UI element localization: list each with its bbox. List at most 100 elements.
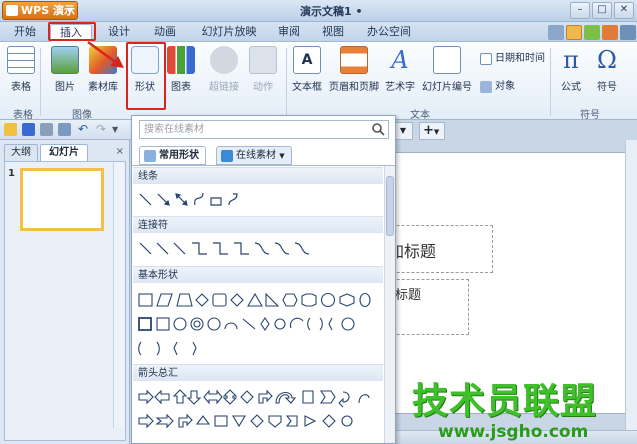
add-icon: + [423,123,434,138]
omega-icon: Ω [597,46,617,74]
help-icon[interactable] [548,25,564,40]
ribbon-panel: 表格 图片 素材库 形状 图表 超链接 动作 A 文本框 页眉和页脚 A 艺术字… [0,42,637,121]
watermark: 技术员联盟 www.jsgho.com [408,372,637,444]
action-button[interactable]: 动作 [248,46,278,93]
action-icon [249,46,277,74]
tab-common-shapes[interactable]: 常用形状 [139,146,206,165]
save-icon[interactable] [22,123,35,136]
category-lines: 线条 [133,167,383,184]
shape-button-highlight [126,42,166,110]
wordart-button[interactable]: A 艺术字 [384,46,416,93]
tab-home[interactable]: 开始 [6,24,44,42]
header-footer-button[interactable]: 页眉和页脚 [328,46,380,93]
undo-icon[interactable]: ↶ [78,123,91,136]
hyperlink-button[interactable]: 超链接 [206,46,242,93]
pi-icon: π [563,46,579,74]
maximize-button[interactable]: □ [592,2,612,19]
picture-button[interactable]: 图片 [50,46,80,93]
search-input[interactable]: 搜索在线素材 [139,120,389,139]
home-icon[interactable] [566,25,582,40]
slide-number-button[interactable]: 幻灯片编号 [420,46,474,93]
new-tab-button[interactable]: +▼ [419,122,445,140]
redo-icon[interactable]: ↷ [96,123,109,136]
hyperlink-label: 超链接 [209,82,239,93]
open-folder-icon[interactable] [4,123,17,136]
tab-outline[interactable]: 大纲 [4,144,38,161]
online-icon [221,150,233,162]
settings-icon[interactable] [620,25,636,40]
tab-online-material[interactable]: 在线素材 ▼ [216,146,292,165]
tab-divider [132,165,395,166]
slides-panel: 大纲 幻灯片 × 1 [0,140,130,444]
tab-design[interactable]: 设计 [100,24,138,42]
group-separator [550,48,551,116]
wordart-icon: A [391,46,409,74]
scrollbar-thumb[interactable] [386,176,394,236]
group-separator [286,48,287,116]
title-bar: WPS 演示 ▼ 演示文稿1 • – □ ✕ [0,0,637,22]
shapes-icon [144,150,156,162]
chart-button[interactable]: 图表 [166,46,196,93]
group-label-text: 文本 [410,110,430,121]
tab-view[interactable]: 视图 [316,24,350,42]
connectors-shape-row[interactable] [137,239,377,257]
material-label: 素材库 [88,82,118,93]
group-separator [40,48,41,116]
skin-icon[interactable] [584,25,600,40]
document-title: 演示文稿1 • [300,5,363,18]
basic-shapes-grid[interactable] [137,291,383,359]
preview-icon[interactable] [58,123,71,136]
object-button[interactable]: 对象 [480,80,515,94]
chevron-down-icon: ▼ [279,152,285,160]
user-icon[interactable] [602,25,618,40]
wps-menu-button[interactable]: WPS 演示 ▼ [2,1,78,20]
category-arrows: 箭头总汇 [133,364,383,381]
object-icon [480,81,492,93]
datetime-button[interactable]: 日期和时间 [480,52,545,66]
tab-slideshow[interactable]: 幻灯片放映 [194,24,264,42]
search-icon[interactable] [371,122,385,136]
material-button[interactable]: 素材库 [86,46,120,93]
textbox-button[interactable]: A 文本框 [290,46,324,93]
group-label-table: 表格 [13,110,33,121]
minimize-button[interactable]: – [570,2,590,19]
shapes-dropdown: 搜索在线素材 常用形状 在线素材 ▼ 线条 连接符 基本形状 箭头总汇 [131,115,396,444]
picture-icon [51,46,79,74]
tab-online-label: 在线素材 [236,150,276,161]
print-icon[interactable] [40,123,53,136]
symbol-button[interactable]: Ω 符号 [592,46,622,93]
calendar-icon [480,53,492,65]
insert-tab-highlight [48,22,96,41]
slide-number-icon [433,46,461,74]
tab-review[interactable]: 审阅 [272,24,306,42]
chevron-down-icon[interactable]: ▼ [112,123,125,136]
wordart-label: 艺术字 [385,82,415,93]
action-label: 动作 [253,82,273,93]
category-connectors: 连接符 [133,216,383,233]
formula-button[interactable]: π 公式 [556,46,586,93]
object-label: 对象 [495,81,515,92]
tab-dropdown-icon[interactable]: ▼ [393,122,413,140]
hyperlink-icon [210,46,238,74]
tab-office-space[interactable]: 办公空间 [360,24,418,42]
search-placeholder: 搜索在线素材 [144,124,204,135]
table-button[interactable]: 表格 [6,46,36,93]
header-footer-label: 页眉和页脚 [329,82,379,93]
shapes-scrollbar[interactable] [384,166,395,443]
slide-thumbnail[interactable] [20,168,104,231]
formula-label: 公式 [561,82,581,93]
close-button[interactable]: ✕ [614,2,634,19]
lines-shape-row[interactable] [137,190,377,208]
table-label: 表格 [11,82,31,93]
textbox-icon: A [293,46,321,74]
arrows-shapes-grid[interactable] [137,388,383,438]
tab-common-label: 常用形状 [159,150,199,161]
tab-slides[interactable]: 幻灯片 [40,144,88,161]
close-icon[interactable]: × [116,146,124,157]
tab-animation[interactable]: 动画 [146,24,184,42]
table-icon [7,46,35,74]
thumbnail-scrollbar[interactable] [113,162,124,428]
textbox-label: 文本框 [292,82,322,93]
picture-label: 图片 [55,82,75,93]
group-label-symbol: 符号 [580,110,600,121]
